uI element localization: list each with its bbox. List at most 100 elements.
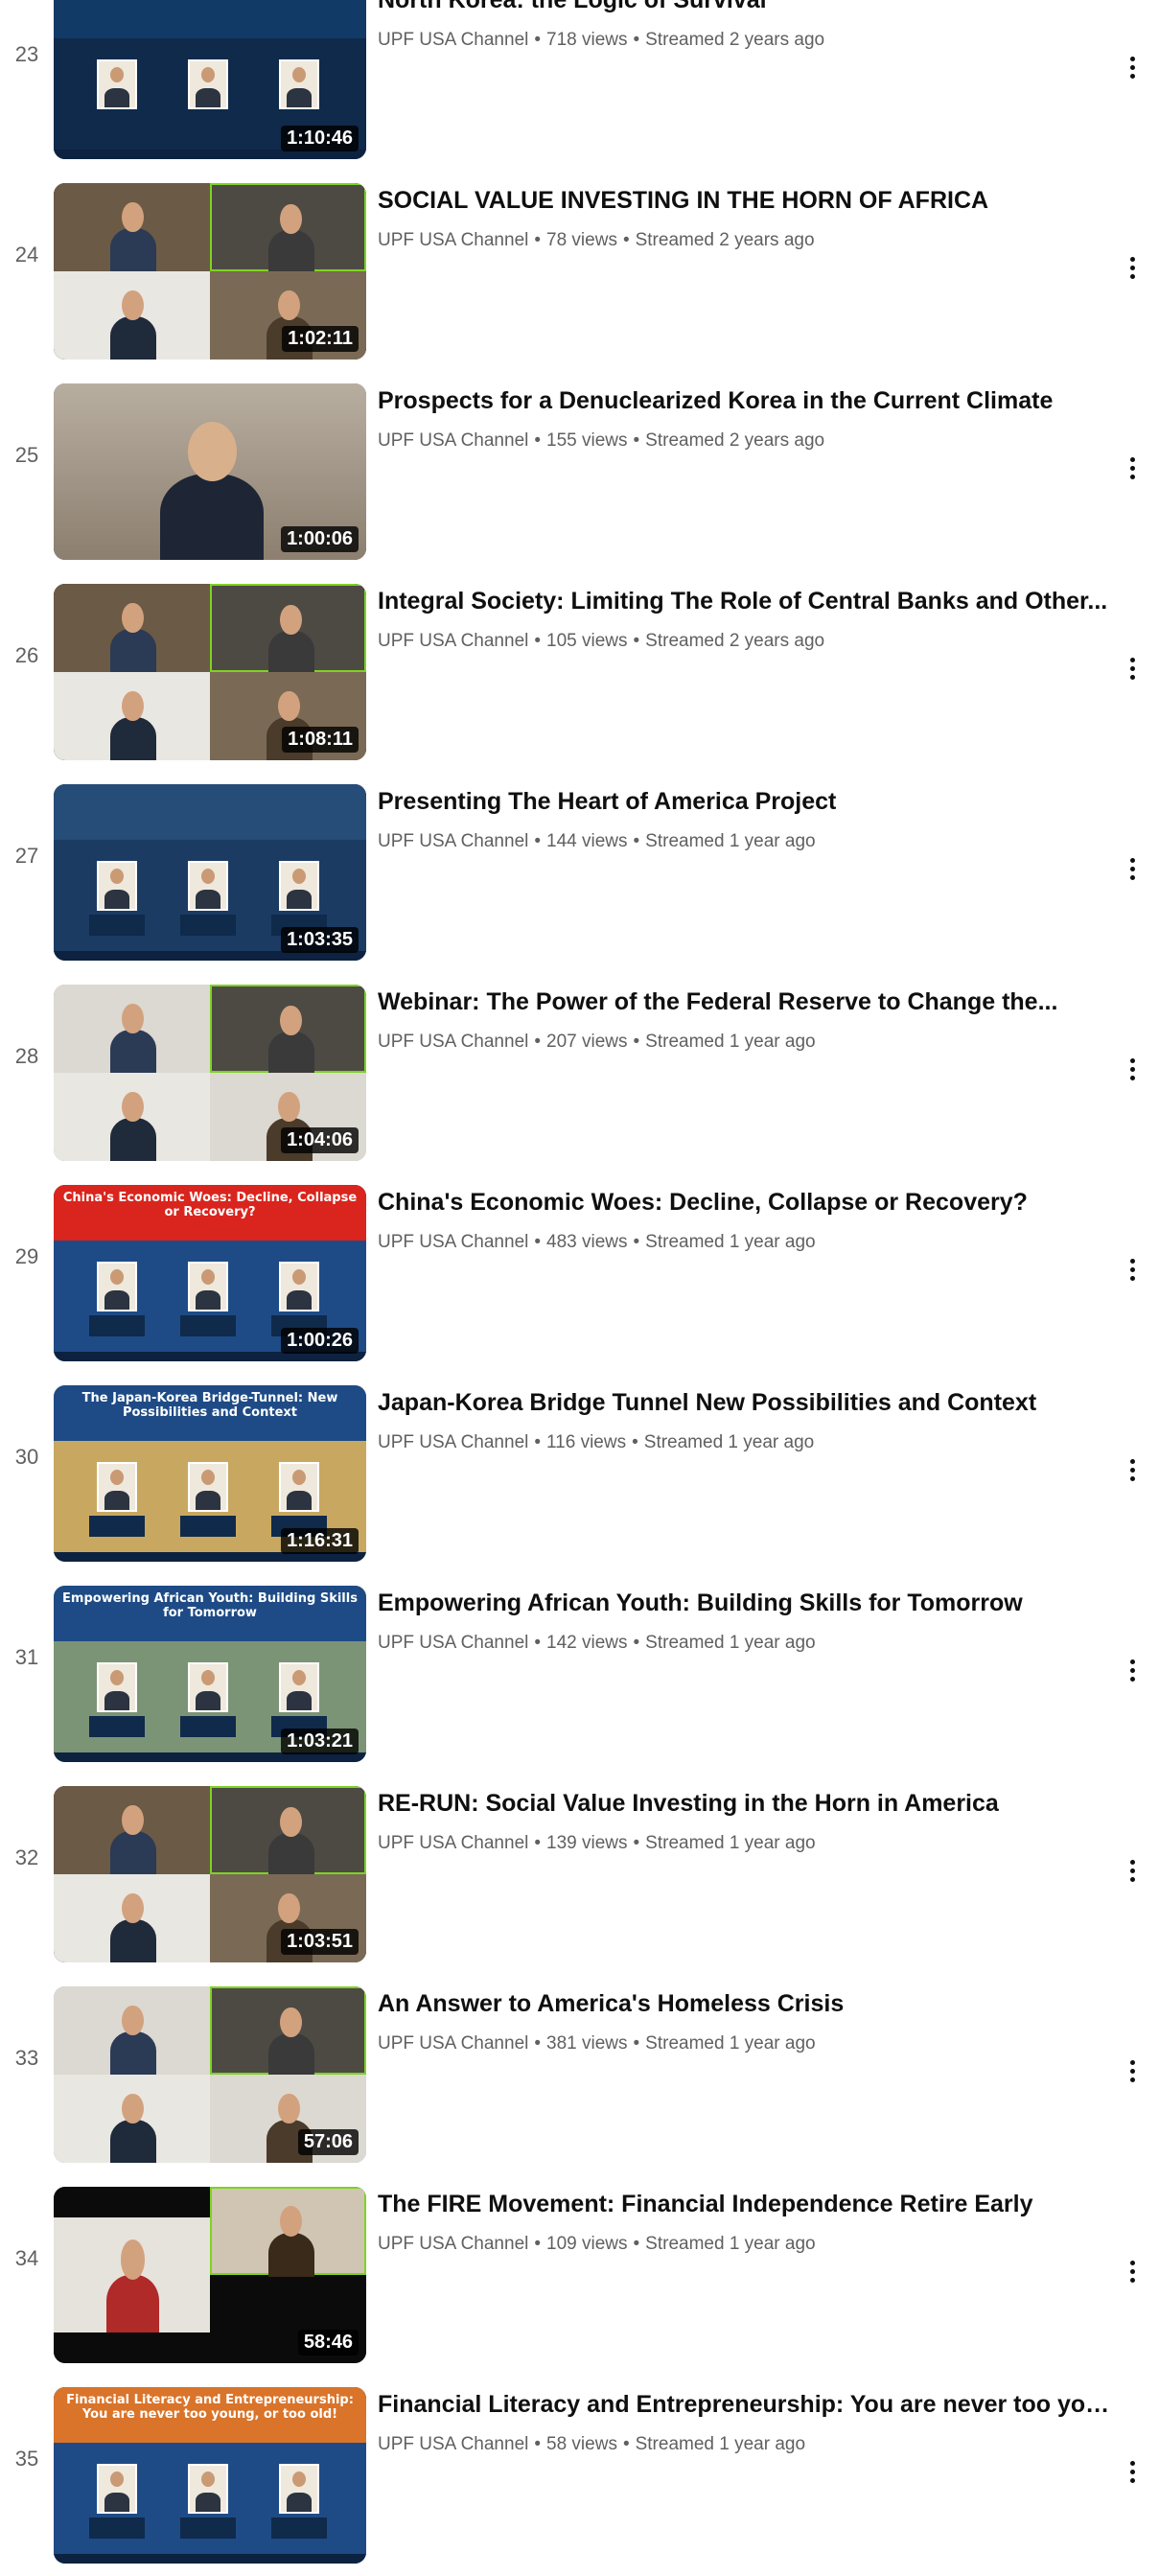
more-actions-icon[interactable] [1113,449,1151,487]
portrait-head [201,1670,215,1685]
separator-dot: • [534,1232,542,1252]
video-title-link[interactable]: An Answer to America's Homeless Crisis [378,1988,1116,2019]
poster-title-text: The Japan-Korea Bridge-Tunnel: New Possi… [81,1391,338,1420]
thumbnail-image: Financial Literacy and Entrepreneurship:… [54,2387,366,2564]
poster-title-text: Empowering African Youth: Building Skill… [62,1591,358,1620]
video-title-link[interactable]: RE-RUN: Social Value Investing in the Ho… [378,1788,1116,1819]
poster-banner: China's Economic Woes: Decline, Collapse… [54,1185,366,1241]
playlist-video-row[interactable]: 28 1:04:06 Webinar: The Power of the Feder… [0,973,1159,1173]
more-actions-icon[interactable] [1113,1651,1151,1689]
speaker-portrait [279,59,319,109]
video-thumbnail[interactable]: Empowering African Youth: Building Skill… [54,1586,366,1762]
video-title-link[interactable]: China's Economic Woes: Decline, Collapse… [378,1187,1116,1218]
video-title-link[interactable]: Empowering African Youth: Building Skill… [378,1588,1116,1618]
channel-name-link[interactable]: UPF USA Channel [378,2234,528,2254]
video-index: 24 [14,243,39,267]
video-title-link[interactable]: Prospects for a Denuclearized Korea in t… [378,385,1116,416]
playlist-video-row[interactable]: 23 1:10:46 North Korea: the Logic of Survi… [0,0,1159,172]
video-thumbnail[interactable]: 1:03:35 [54,784,366,961]
speaker-figure [97,281,169,360]
portrait-body [287,1491,312,1510]
portrait-body [104,1491,129,1510]
speaker-portrait [97,1462,137,1512]
playlist-video-row[interactable]: 30 The Japan-Korea Bridge-Tunnel: New Pos… [0,1374,1159,1574]
video-panel [54,985,210,1073]
playlist-video-row[interactable]: 31 Empowering African Youth: Building Ski… [0,1574,1159,1775]
channel-name-link[interactable]: UPF USA Channel [378,1432,528,1452]
video-thumbnail[interactable]: 1:03:51 [54,1786,366,1962]
video-thumbnail[interactable]: 58:46 [54,2187,366,2363]
channel-name-link[interactable]: UPF USA Channel [378,831,528,851]
portrait-body [196,1491,220,1510]
channel-name-link[interactable]: UPF USA Channel [378,2434,528,2454]
channel-name-link[interactable]: UPF USA Channel [378,1232,528,1252]
more-actions-icon[interactable] [1113,2452,1151,2491]
video-thumbnail[interactable]: 1:08:11 [54,584,366,760]
speaker-portrait [279,1662,319,1712]
more-actions-icon[interactable] [1113,2052,1151,2090]
portrait-body [104,1691,129,1710]
more-actions-icon[interactable] [1113,1851,1151,1890]
video-thumbnail[interactable]: 1:04:06 [54,985,366,1161]
video-thumbnail[interactable]: China's Economic Woes: Decline, Collapse… [54,1185,366,1361]
video-thumbnail[interactable]: The Japan-Korea Bridge-Tunnel: New Possi… [54,1385,366,1562]
video-thumbnail[interactable]: 1:00:06 [54,383,366,560]
video-thumbnail[interactable]: Financial Literacy and Entrepreneurship:… [54,2387,366,2564]
channel-name-link[interactable]: UPF USA Channel [378,2033,528,2054]
playlist-video-row[interactable]: 26 1:08:11 Integral Society: Limiting The … [0,572,1159,773]
video-title-link[interactable]: Webinar: The Power of the Federal Reserv… [378,986,1116,1017]
playlist-video-row[interactable]: 34 58:46 The FIRE Movement: Financial Inde… [0,2175,1159,2376]
video-metadata: UPF USA Channel • 155 views • Streamed 2 yea… [378,429,1116,453]
video-title-link[interactable]: Financial Literacy and Entrepreneurship:… [378,2389,1116,2420]
menu-dot [1129,256,1135,262]
video-title-link[interactable]: SOCIAL VALUE INVESTING IN THE HORN OF AF… [378,185,1116,216]
video-title-link[interactable]: North Korea: the Logic of Survival [378,0,1116,15]
separator-dot: • [534,1833,542,1853]
more-actions-icon[interactable] [1113,649,1151,687]
video-metadata: UPF USA Channel • 116 views • Streamed 1 yea… [378,1430,1116,1455]
separator-dot: • [534,30,542,50]
channel-name-link[interactable]: UPF USA Channel [378,30,528,50]
duration-badge: 1:02:11 [282,326,359,352]
separator-dot: • [534,1032,542,1052]
speaker-body [109,2031,156,2075]
channel-name-link[interactable]: UPF USA Channel [378,631,528,651]
channel-name-link[interactable]: UPF USA Channel [378,430,528,451]
playlist-video-row[interactable]: 32 1:03:51 RE-RUN: Social Value Investing … [0,1775,1159,1975]
video-title-link[interactable]: The FIRE Movement: Financial Independenc… [378,2189,1116,2219]
separator-dot: • [534,1432,542,1452]
speaker-body [109,716,156,760]
channel-name-link[interactable]: UPF USA Channel [378,1633,528,1653]
video-thumbnail[interactable]: 1:10:46 [54,0,366,159]
channel-name-link[interactable]: UPF USA Channel [378,230,528,250]
video-thumbnail[interactable]: 57:06 [54,1986,366,2163]
menu-dot [1129,273,1135,279]
playlist-video-row[interactable]: 33 57:06 An Answer to America's Homeless C… [0,1975,1159,2175]
channel-name-link[interactable]: UPF USA Channel [378,1032,528,1052]
more-actions-icon[interactable] [1113,1050,1151,1088]
more-actions-icon[interactable] [1113,1250,1151,1288]
video-metadata: UPF USA Channel • 139 views • Streamed 1 yea… [378,1831,1116,1856]
playlist-video-row[interactable]: 24 1:02:11 SOCIAL VALUE INVESTING IN THE H… [0,172,1159,372]
video-thumbnail[interactable]: 1:02:11 [54,183,366,360]
portrait-head [292,869,306,884]
speaker-nameplate [89,113,145,134]
video-title-link[interactable]: Presenting The Heart of America Project [378,786,1116,817]
playlist-video-row[interactable]: 29 China's Economic Woes: Decline, Collap… [0,1173,1159,1374]
playlist-video-row[interactable]: 27 1:03:35 Presenting The Heart of America… [0,773,1159,973]
playlist-video-row[interactable]: 25 1:00:06 Prospects for a Denuclearized K… [0,372,1159,572]
playlist-video-row[interactable]: 35 Financial Literacy and Entrepreneurshi… [0,2376,1159,2576]
more-actions-icon[interactable] [1113,849,1151,888]
more-actions-icon[interactable] [1113,1450,1151,1489]
more-actions-icon[interactable] [1113,248,1151,287]
stream-age: Streamed 1 year ago [645,2033,816,2054]
speaker-nameplate [180,113,236,134]
channel-name-link[interactable]: UPF USA Channel [378,1833,528,1853]
video-index: 28 [14,1044,39,1068]
video-title-link[interactable]: Integral Society: Limiting The Role of C… [378,586,1116,616]
speaker-figure [130,403,293,560]
stream-age: Streamed 1 year ago [645,1633,816,1653]
more-actions-icon[interactable] [1113,48,1151,86]
more-actions-icon[interactable] [1113,2252,1151,2290]
video-title-link[interactable]: Japan-Korea Bridge Tunnel New Possibilit… [378,1387,1116,1418]
